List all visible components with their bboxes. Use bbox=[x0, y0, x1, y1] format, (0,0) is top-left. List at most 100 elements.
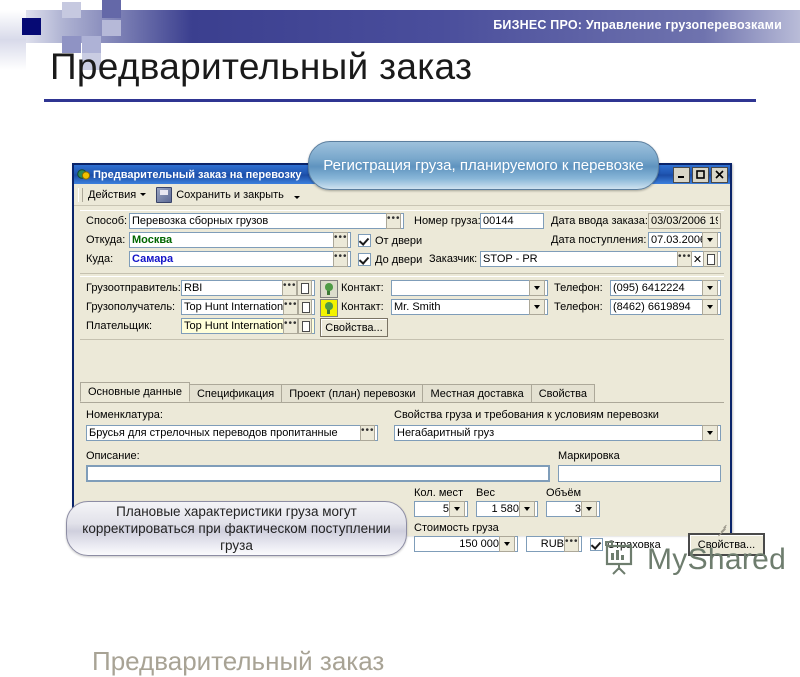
gruzopoluchatel-browse-icon[interactable]: ••• bbox=[283, 299, 299, 315]
data-postupleniya-input[interactable]: 07.03.2006 bbox=[648, 232, 721, 248]
data-vvoda-input: 03/03/2006 19:14 bbox=[648, 213, 721, 229]
stoimost-input[interactable]: 150 000 bbox=[414, 536, 518, 552]
platelshchik-label: Плательщик: bbox=[86, 320, 153, 332]
kontakt2-dropdown-icon[interactable] bbox=[529, 299, 545, 315]
svoystva-gruza-input[interactable]: Негабаритный груз bbox=[394, 425, 721, 441]
kol-mest-input[interactable]: 5 bbox=[414, 501, 468, 517]
sposob-value: Перевозка сборных грузов bbox=[132, 215, 269, 227]
kontakt2-input[interactable]: Mr. Smith bbox=[391, 299, 548, 315]
currency-input[interactable]: RUB ••• bbox=[526, 536, 582, 552]
tab-osnovnye-dannye[interactable]: Основные данные bbox=[80, 382, 190, 402]
kol-mest-dropdown-icon[interactable] bbox=[449, 501, 465, 517]
kontakt1-dropdown-icon[interactable] bbox=[529, 280, 545, 296]
otkuda-input[interactable]: Москва ••• bbox=[129, 232, 351, 248]
do-dveri-checkbox[interactable]: До двери bbox=[358, 253, 422, 266]
resize-grip-icon[interactable] bbox=[715, 522, 727, 537]
platelshchik-input[interactable]: Top Hunt International ••• bbox=[181, 318, 315, 334]
platelshchik-value: Top Hunt International bbox=[184, 320, 284, 332]
minimize-icon[interactable] bbox=[673, 166, 690, 183]
stoimost-dropdown-icon[interactable] bbox=[499, 536, 515, 552]
nomenklatura-input[interactable]: Брусья для стрелочных переводов пропитан… bbox=[86, 425, 378, 441]
nomer-gruza-value: 00144 bbox=[483, 215, 514, 227]
zakazchik-input[interactable]: STOP - PR ••• ✕ bbox=[480, 251, 721, 267]
kontakt1-input[interactable] bbox=[391, 280, 548, 296]
kuda-browse-icon[interactable]: ••• bbox=[333, 251, 348, 267]
myshared-label: MyShared bbox=[647, 542, 787, 576]
save-and-close-button[interactable]: Сохранить и закрыть bbox=[156, 186, 284, 203]
kuda-input[interactable]: Самара ••• bbox=[129, 251, 351, 267]
markirovka-input[interactable] bbox=[558, 465, 721, 482]
toolbar-grip[interactable] bbox=[78, 187, 83, 202]
zakazchik-browse-icon[interactable]: ••• bbox=[677, 251, 692, 267]
svoystva-gruza-value: Негабаритный груз bbox=[397, 427, 495, 439]
decor-square-2 bbox=[62, 2, 81, 18]
gruzootpravitel-label: Грузоотправитель: bbox=[86, 282, 181, 294]
ot-dveri-checkbox[interactable]: От двери bbox=[358, 234, 422, 247]
telefon2-label: Телефон: bbox=[554, 301, 603, 313]
kontakt2-value: Mr. Smith bbox=[394, 301, 441, 313]
gruzootpravitel-input[interactable]: RBI ••• bbox=[181, 280, 315, 296]
callout-top: Регистрация груза, планируемого к перево… bbox=[308, 141, 659, 190]
tab-label: Спецификация bbox=[196, 387, 275, 400]
kuda-label: Куда: bbox=[86, 253, 114, 265]
currency-value: RUB bbox=[540, 538, 564, 550]
tab-label: Свойства bbox=[538, 387, 588, 400]
telefon2-dropdown-icon[interactable] bbox=[702, 299, 718, 315]
telefon1-input[interactable]: (095) 6412224 bbox=[610, 280, 721, 296]
data-postupleniya-dropdown-icon[interactable] bbox=[702, 232, 718, 248]
gruzootpravitel-catalog-icon[interactable] bbox=[297, 280, 312, 296]
tab-svoystva[interactable]: Свойства bbox=[530, 384, 596, 402]
kol-mest-value: 5 bbox=[442, 503, 449, 515]
gruzopoluchatel-catalog-icon[interactable] bbox=[298, 299, 312, 315]
platelshchik-browse-icon[interactable]: ••• bbox=[283, 318, 299, 334]
presentation-board-icon bbox=[600, 537, 640, 582]
zakazchik-catalog-icon[interactable] bbox=[703, 251, 718, 267]
save-icon bbox=[156, 186, 173, 203]
gruzopoluchatel-input[interactable]: Top Hunt International ••• bbox=[181, 299, 315, 315]
ves-value: 1 580 bbox=[491, 503, 519, 515]
obem-input[interactable]: 3 bbox=[546, 501, 600, 517]
sposob-label: Способ: bbox=[86, 215, 128, 227]
dialog-client-area: Способ: Перевозка сборных грузов ••• Ном… bbox=[74, 206, 765, 676]
zakazchik-value: STOP - PR bbox=[483, 253, 538, 265]
otkuda-value: Москва bbox=[132, 234, 173, 246]
platelshchik-catalog-icon[interactable] bbox=[298, 318, 312, 334]
obem-dropdown-icon[interactable] bbox=[581, 501, 597, 517]
nomenklatura-browse-icon[interactable]: ••• bbox=[360, 425, 375, 441]
obem-label: Объём bbox=[546, 487, 582, 499]
nomenklatura-value: Брусья для стрелочных переводов пропитан… bbox=[89, 427, 338, 439]
tab-mestnaya-dostavka[interactable]: Местная доставка bbox=[422, 384, 532, 402]
ves-input[interactable]: 1 580 bbox=[476, 501, 538, 517]
ves-dropdown-icon[interactable] bbox=[519, 501, 535, 517]
gruzopoluchatel-label: Грузополучатель: bbox=[86, 301, 176, 313]
opisanie-input[interactable] bbox=[86, 465, 550, 482]
dialog-watermark: Предварительный заказ bbox=[92, 646, 385, 676]
contact-person-icon-2[interactable] bbox=[320, 299, 338, 317]
svoystva-gruza-dropdown-icon[interactable] bbox=[702, 425, 718, 441]
zakazchik-clear-icon[interactable]: ✕ bbox=[692, 253, 703, 266]
ot-dveri-check-icon bbox=[358, 234, 371, 247]
toolbar-overflow-icon[interactable] bbox=[293, 196, 300, 199]
gruzootpravitel-browse-icon[interactable]: ••• bbox=[282, 280, 297, 296]
nomenklatura-label: Номенклатура: bbox=[86, 409, 163, 421]
nomer-gruza-input[interactable]: 00144 bbox=[480, 213, 544, 229]
currency-browse-icon[interactable]: ••• bbox=[564, 536, 579, 552]
sposob-input[interactable]: Перевозка сборных грузов ••• bbox=[129, 213, 404, 229]
tab-proekt-perevozki[interactable]: Проект (план) перевозки bbox=[281, 384, 424, 402]
sposob-browse-icon[interactable]: ••• bbox=[386, 213, 401, 229]
kuda-value: Самара bbox=[132, 253, 174, 265]
tab-specifikaciya[interactable]: Спецификация bbox=[188, 384, 283, 402]
telefon1-dropdown-icon[interactable] bbox=[702, 280, 718, 296]
obem-value: 3 bbox=[574, 503, 581, 515]
contact-person-icon-1[interactable] bbox=[320, 280, 338, 298]
close-icon[interactable] bbox=[711, 166, 728, 183]
stoimost-label: Стоимость груза bbox=[414, 522, 499, 534]
stoimost-value: 150 000 bbox=[459, 538, 499, 550]
telefon1-label: Телефон: bbox=[554, 282, 603, 294]
tab-label: Основные данные bbox=[88, 386, 182, 398]
actions-menu[interactable]: Действия bbox=[88, 189, 147, 201]
telefon2-input[interactable]: (8462) 6619894 bbox=[610, 299, 721, 315]
maximize-icon[interactable] bbox=[692, 166, 709, 183]
otkuda-browse-icon[interactable]: ••• bbox=[333, 232, 348, 248]
payer-properties-button[interactable]: Свойства... bbox=[320, 318, 388, 337]
